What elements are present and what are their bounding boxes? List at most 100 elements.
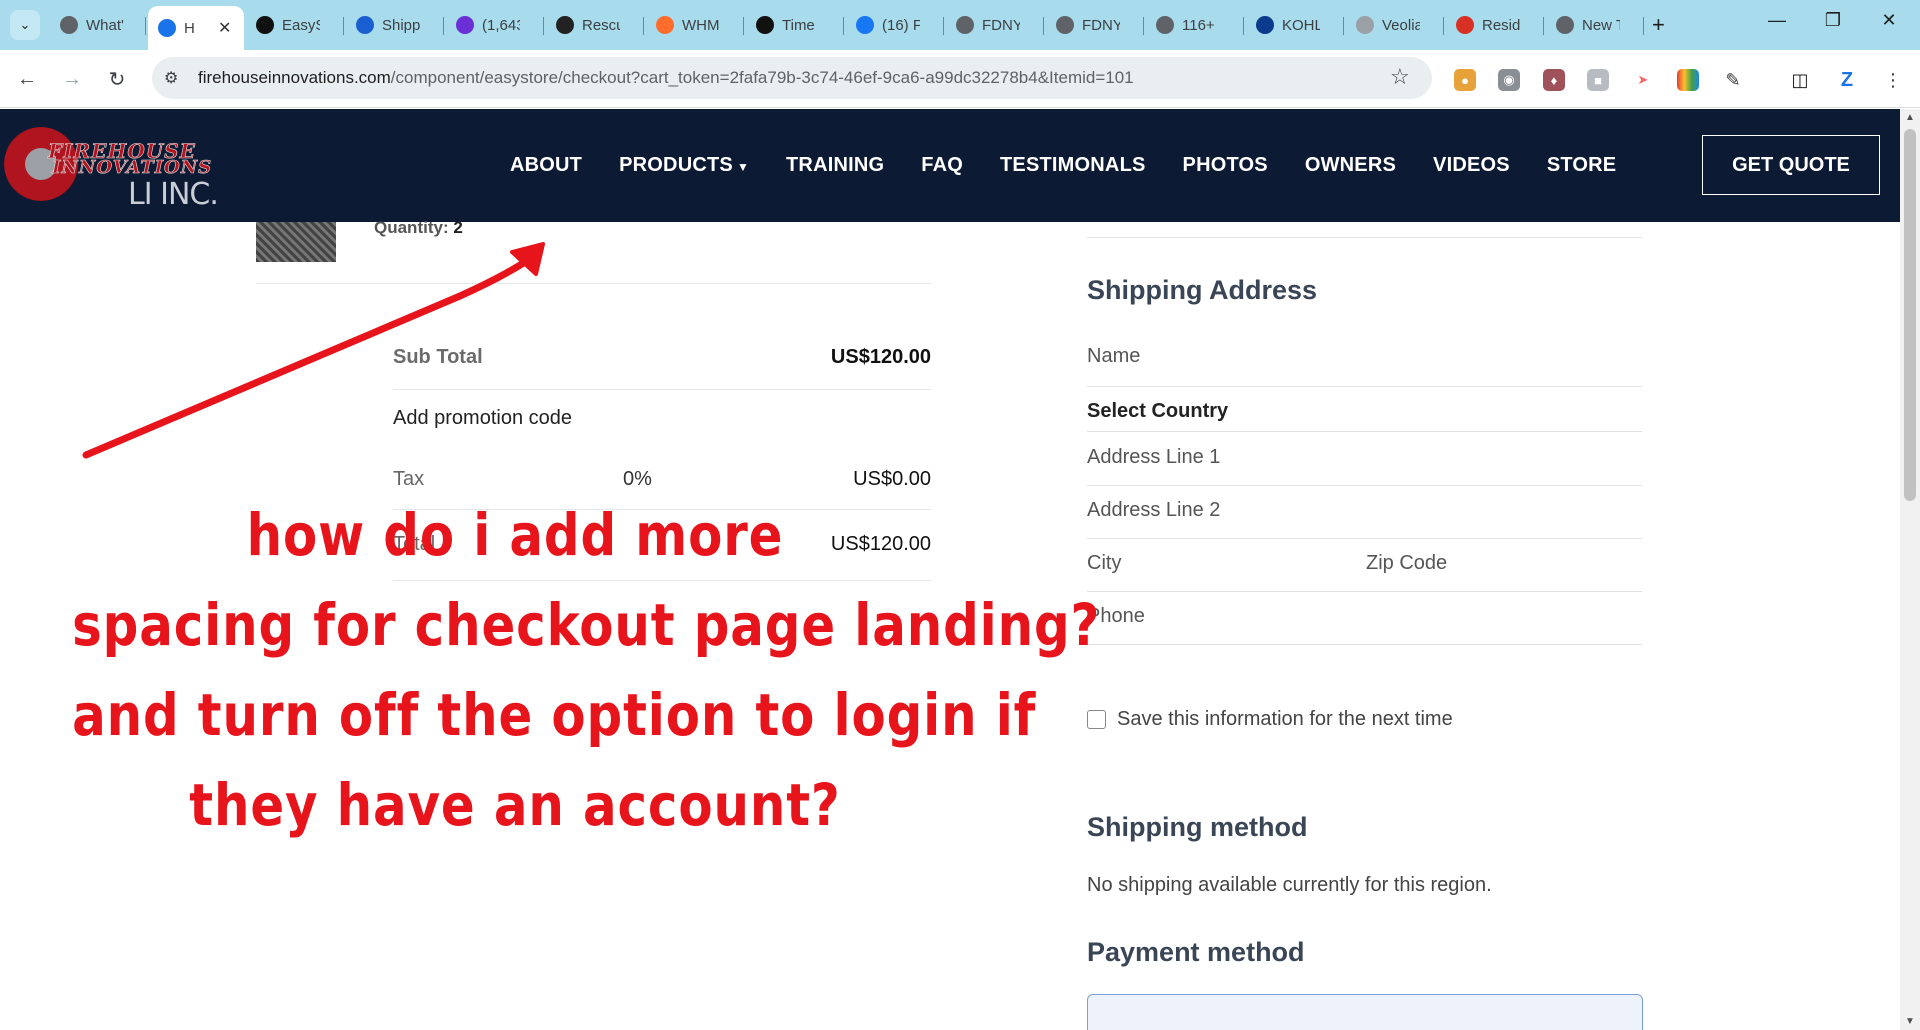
- browser-tab[interactable]: FDNY: [1046, 6, 1144, 44]
- nav-item-label: TESTIMONALS: [1000, 154, 1146, 176]
- quantity-text: Quantity: 2: [374, 218, 463, 238]
- nav-item-label: PRODUCTS: [619, 154, 733, 176]
- annotation-text: how do i add more spacing for checkout pa…: [72, 490, 1099, 850]
- back-icon[interactable]: ←: [12, 64, 42, 94]
- phone-field[interactable]: Phone: [1087, 605, 1642, 645]
- browser-tab[interactable]: (1,643: [446, 6, 544, 44]
- tab-separator: [145, 17, 146, 35]
- extension-icon[interactable]: ●: [1454, 69, 1476, 91]
- nav-item-about[interactable]: ABOUT: [510, 154, 582, 177]
- browser-tab[interactable]: Time: [746, 6, 844, 44]
- tab-title: Reside: [1482, 16, 1520, 34]
- profile-icon[interactable]: Z: [1836, 69, 1858, 91]
- browser-tab-bar: ⌄ What'sH✕EasyStShippi(1,643RescuWHMTime…: [0, 0, 1920, 50]
- close-window-icon[interactable]: ✕: [1874, 10, 1904, 31]
- browser-tab[interactable]: KOHLE: [1246, 6, 1344, 44]
- annotation-line: how do i add more: [246, 501, 784, 569]
- save-info-label[interactable]: Save this information for the next time: [1117, 708, 1453, 731]
- tab-separator: [1643, 17, 1644, 35]
- site-logo[interactable]: FIREHOUSE INNOVATIONS LI INC.: [4, 125, 222, 212]
- easystore-icon: [256, 16, 274, 34]
- country-select[interactable]: Select Country: [1087, 400, 1642, 432]
- close-tab-icon[interactable]: ✕: [218, 18, 231, 38]
- annotation-line: and turn off the option to login if: [72, 681, 1037, 749]
- nav-item-label: TRAINING: [786, 154, 885, 176]
- tab-separator: [1343, 17, 1344, 35]
- browser-tab[interactable]: 116+: [1146, 6, 1244, 44]
- address-line-1-field[interactable]: Address Line 1: [1087, 446, 1642, 486]
- color-picker-icon[interactable]: [1677, 69, 1699, 91]
- restore-icon[interactable]: ❐: [1818, 10, 1848, 31]
- bookmark-star-icon[interactable]: ☆: [1390, 64, 1410, 90]
- browser-tab[interactable]: Shippi: [346, 6, 444, 44]
- nav-item-label: PHOTOS: [1182, 154, 1268, 176]
- quantity-value: 2: [453, 218, 463, 237]
- browser-tab[interactable]: H ✕: [148, 6, 244, 50]
- tab-title: Veolia: [1382, 16, 1420, 34]
- chevron-down-icon: ▼: [736, 160, 750, 174]
- nav-item-store[interactable]: STORE: [1547, 154, 1617, 177]
- browser-tab[interactable]: What's: [50, 6, 146, 44]
- page-scrollbar[interactable]: ▲ ▼: [1900, 109, 1920, 1030]
- add-promotion-code-link[interactable]: Add promotion code: [393, 407, 572, 430]
- nav-item-owners[interactable]: OWNERS: [1305, 154, 1396, 177]
- tab-search-button[interactable]: ⌄: [10, 10, 40, 40]
- puzzle-icon[interactable]: ✎: [1722, 69, 1744, 91]
- menu-dots-icon[interactable]: ⋮: [1882, 69, 1904, 91]
- zip-code-field[interactable]: Zip Code: [1366, 552, 1447, 575]
- browser-toolbar: ← → ↻ firehouseinnovations.com/component…: [0, 50, 1920, 108]
- bug-icon[interactable]: ♦: [1543, 69, 1565, 91]
- camera-icon[interactable]: ◉: [1498, 69, 1520, 91]
- payment-option[interactable]: [1087, 994, 1643, 1030]
- browser-tab[interactable]: New T: [1546, 6, 1644, 44]
- browser-tab[interactable]: Veolia: [1346, 6, 1444, 44]
- side-panel-icon[interactable]: ◫: [1789, 69, 1811, 91]
- extension-icon[interactable]: ■: [1587, 69, 1609, 91]
- nav-item-products[interactable]: PRODUCTS ▼: [619, 154, 749, 177]
- scroll-up-icon[interactable]: ▲: [1905, 112, 1915, 123]
- name-field[interactable]: Name: [1087, 345, 1642, 387]
- payment-method-title: Payment method: [1087, 937, 1305, 967]
- nav-item-training[interactable]: TRAINING: [786, 154, 884, 177]
- nav-item-label: VIDEOS: [1433, 154, 1510, 176]
- tab-separator: [743, 17, 744, 35]
- minimize-icon[interactable]: —: [1762, 10, 1792, 31]
- site-info-icon[interactable]: ⚙: [164, 68, 178, 88]
- browser-tab[interactable]: Rescu: [546, 6, 644, 44]
- divider: [1087, 237, 1642, 238]
- scroll-down-icon[interactable]: ▼: [1905, 1016, 1915, 1027]
- tab-separator: [443, 17, 444, 35]
- browser-tab[interactable]: Reside: [1446, 6, 1544, 44]
- divider: [256, 283, 931, 284]
- reload-icon[interactable]: ↻: [102, 64, 132, 94]
- shipping-address-title: Shipping Address: [1087, 275, 1318, 305]
- cpanel-icon: [656, 16, 674, 34]
- new-tab-button[interactable]: +: [1652, 12, 1665, 38]
- cast-icon[interactable]: ➤: [1632, 69, 1654, 91]
- shipping-icon: [356, 16, 374, 34]
- browser-tab[interactable]: (16) Fa: [846, 6, 944, 44]
- forward-icon[interactable]: →: [57, 64, 87, 94]
- url-host: firehouseinnovations.com: [198, 68, 391, 87]
- kohler-icon: [1256, 16, 1274, 34]
- nav-item-testimonals[interactable]: TESTIMONALS: [1000, 154, 1146, 177]
- nav-item-videos[interactable]: VIDEOS: [1433, 154, 1510, 177]
- nav-item-faq[interactable]: FAQ: [921, 154, 963, 177]
- tab-separator: [1043, 17, 1044, 35]
- address-line-2-field[interactable]: Address Line 2: [1087, 499, 1642, 539]
- nav-item-label: OWNERS: [1304, 154, 1397, 176]
- name-placeholder: Name: [1087, 345, 1141, 367]
- browser-tab[interactable]: WHM: [646, 6, 744, 44]
- browser-tab[interactable]: EasySt: [246, 6, 344, 44]
- nav-item-photos[interactable]: PHOTOS: [1183, 154, 1268, 177]
- tab-separator: [643, 17, 644, 35]
- address-line-1-placeholder: Address Line 1: [1087, 446, 1221, 468]
- globe-icon: [956, 16, 974, 34]
- city-field[interactable]: City: [1087, 552, 1121, 575]
- address-bar[interactable]: firehouseinnovations.com/component/easys…: [152, 57, 1432, 99]
- get-quote-button[interactable]: GET QUOTE: [1702, 135, 1880, 195]
- rescue-icon: [556, 16, 574, 34]
- browser-tab[interactable]: FDNY: [946, 6, 1044, 44]
- save-info-checkbox[interactable]: [1087, 710, 1106, 729]
- scroll-thumb[interactable]: [1904, 129, 1916, 501]
